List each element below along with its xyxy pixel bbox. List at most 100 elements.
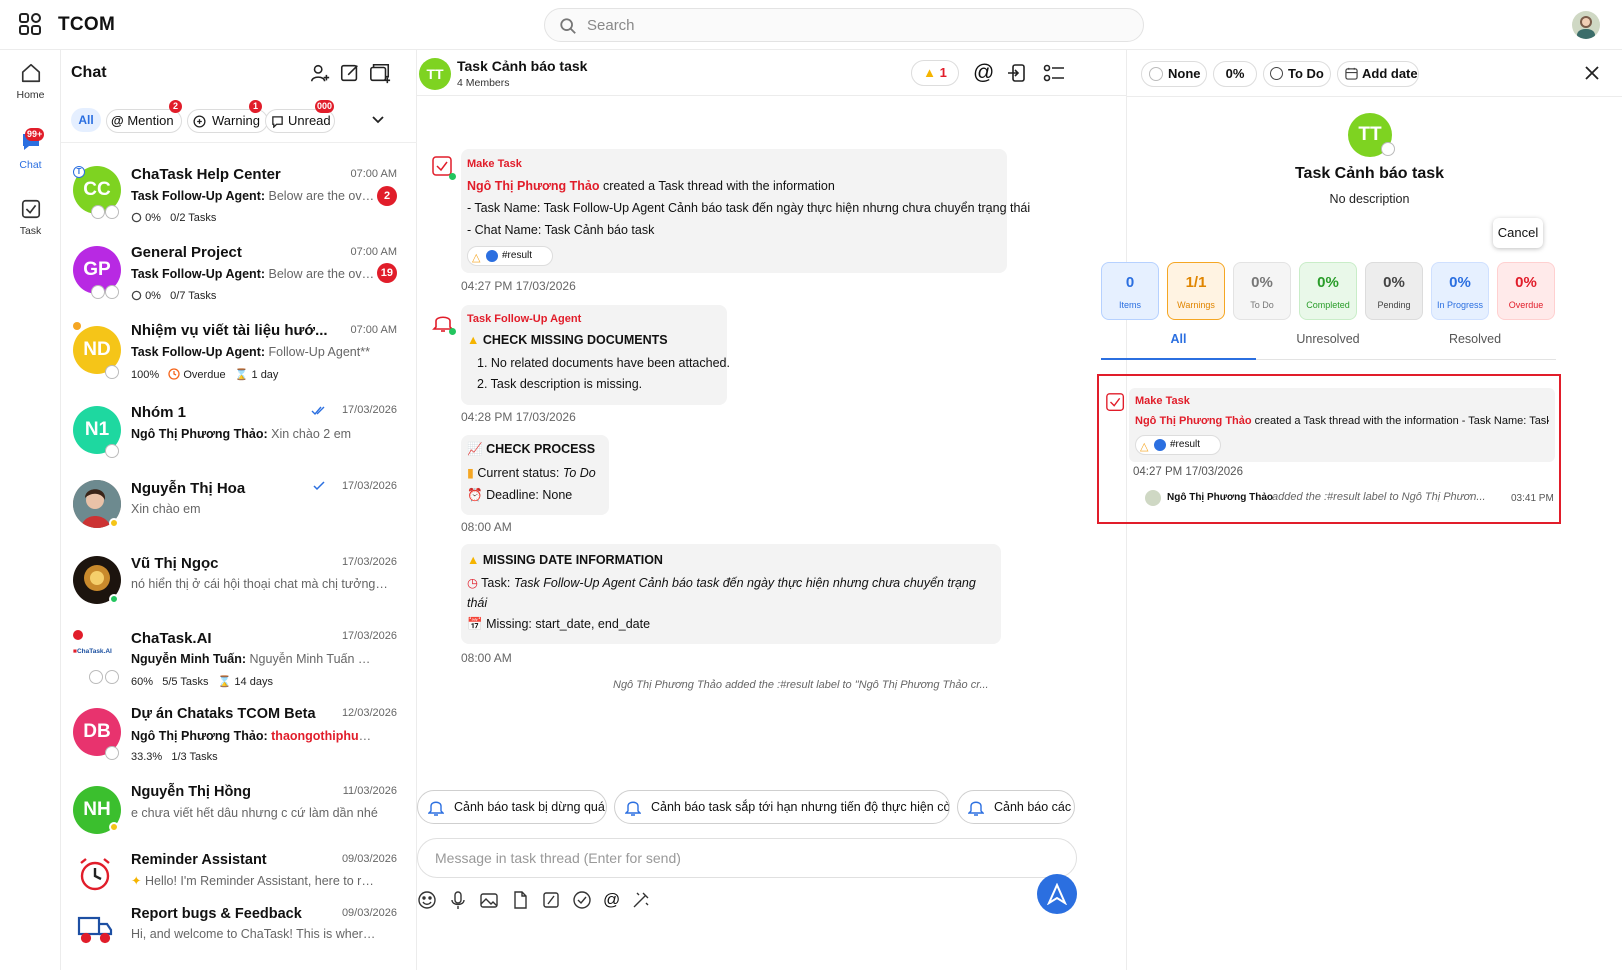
- result-label-chip[interactable]: △ #result: [1135, 435, 1221, 455]
- nav-home[interactable]: Home: [0, 62, 61, 101]
- camera-edit-icon[interactable]: [1381, 142, 1395, 156]
- stat-pending[interactable]: 0% Pending: [1365, 262, 1423, 320]
- chat-item[interactable]: N1 Nhóm 1 17/03/2026 Ngô Thị Phương Thảo…: [61, 394, 417, 468]
- stat-overdue[interactable]: 0% Overdue: [1497, 262, 1555, 320]
- search-input[interactable]: Search: [587, 17, 635, 34]
- thread-members[interactable]: 4 Members: [457, 77, 510, 89]
- preview-sender: Ngô Thị Phương Thảo:: [131, 729, 268, 743]
- suggestion-chip[interactable]: Cảnh báo task sắp tới hạn nhưng tiến độ …: [614, 790, 950, 824]
- microphone-icon[interactable]: [448, 890, 468, 910]
- chat-item[interactable]: Vũ Thị Ngọc 17/03/2026 nó hiển thị ở cái…: [61, 546, 417, 620]
- progress-selector[interactable]: 0%: [1213, 61, 1257, 87]
- tab-resolved[interactable]: Resolved: [1400, 332, 1550, 346]
- sticker-icon[interactable]: [541, 890, 561, 910]
- compose-icon[interactable]: [339, 62, 361, 84]
- warning-count-button[interactable]: ▲ 1: [911, 60, 959, 86]
- divider: [1127, 96, 1622, 97]
- tab-unresolved[interactable]: Unresolved: [1256, 332, 1400, 346]
- conversation-name: Vũ Thị Ngọc: [131, 555, 219, 572]
- progress-percent: 60%: [131, 676, 154, 688]
- mention-badge: 2: [169, 100, 182, 113]
- calendar-icon: 📅: [467, 617, 483, 631]
- emoji-icon[interactable]: [417, 890, 437, 910]
- message-author: Ngô Thị Phương Thảo: [1135, 415, 1252, 427]
- suggestion-chip[interactable]: Cảnh báo các w: [957, 790, 1075, 824]
- stat-warnings[interactable]: 1/1 Warnings: [1167, 262, 1225, 320]
- bell-icon: [968, 798, 984, 816]
- file-icon[interactable]: [510, 890, 530, 910]
- conversation-name: Nhiệm vụ viết tài liệu hướ...: [131, 322, 328, 339]
- mention-icon[interactable]: @: [603, 890, 620, 910]
- status-selector[interactable]: To Do: [1263, 61, 1331, 87]
- apps-grid-icon[interactable]: [18, 12, 42, 36]
- conversation-time: 17/03/2026: [341, 556, 397, 568]
- filter-unread-label: Unread: [288, 113, 331, 128]
- label-tag-icon: △: [1140, 441, 1149, 453]
- conversation-time: 17/03/2026: [341, 480, 397, 492]
- chat-item[interactable]: Reminder Assistant 09/03/2026 ✦ Hello! I…: [61, 848, 417, 904]
- image-icon[interactable]: [479, 890, 499, 910]
- member-mini-icon: [91, 285, 105, 299]
- new-group-icon[interactable]: [369, 62, 391, 84]
- pin-marker-icon: T: [73, 166, 85, 178]
- chat-item[interactable]: ND Nhiệm vụ viết tài liệu hướ... 07:00 A…: [61, 314, 417, 392]
- message-input[interactable]: Message in task thread (Enter for send): [417, 838, 1077, 878]
- chat-item[interactable]: Report bugs & Feedback 09/03/2026 Hi, an…: [61, 902, 417, 970]
- alarm-clock-icon: [75, 854, 115, 894]
- stat-value: 0%: [1317, 274, 1339, 291]
- send-button[interactable]: [1037, 874, 1077, 914]
- close-icon[interactable]: [1584, 65, 1600, 81]
- chat-item[interactable]: CC T ChaTask Help Center 07:00 AM Task F…: [61, 154, 417, 232]
- task-title: Task Cảnh báo task: [1294, 165, 1445, 182]
- member-mini-icon: [105, 746, 119, 760]
- task-check-icon[interactable]: [572, 890, 592, 910]
- mention-icon[interactable]: @: [973, 61, 994, 85]
- check-icon: [313, 481, 325, 491]
- conversation-preview: thaongothiphuong@...: [271, 729, 376, 743]
- message-heading: CHECK PROCESS: [486, 442, 596, 456]
- warning-triangle-icon: ▲: [467, 553, 480, 567]
- chat-item[interactable]: ■ChaTask.AI ChaTask.AI 17/03/2026 Nguyễn…: [61, 622, 417, 700]
- chatask-logo: ■ChaTask.AI: [73, 648, 112, 655]
- chat-item[interactable]: NH Nguyễn Thị Hồng 11/03/2026 e chưa viế…: [61, 780, 417, 846]
- sparkle-icon: ✦: [131, 874, 142, 888]
- filter-mention[interactable]: @ Mention: [106, 109, 182, 133]
- add-contact-icon[interactable]: [309, 62, 331, 84]
- filter-all[interactable]: All: [71, 108, 101, 132]
- stat-items[interactable]: 0 Items: [1101, 262, 1159, 320]
- chat-item[interactable]: Nguyễn Thị Hoa 17/03/2026 Xin chào em: [61, 470, 417, 544]
- chevron-down-icon[interactable]: [371, 112, 385, 126]
- result-label-chip[interactable]: △ #result: [467, 246, 553, 266]
- conversation-preview: Xin chào 2 em: [267, 427, 352, 441]
- bell-icon: [625, 798, 641, 816]
- magic-icon[interactable]: [631, 890, 651, 910]
- cancel-button[interactable]: Cancel: [1493, 218, 1543, 248]
- task-count: 0/2 Tasks: [170, 212, 217, 224]
- nav-task[interactable]: Task: [0, 198, 61, 237]
- checklist-icon[interactable]: [1043, 63, 1065, 83]
- suggestion-chip[interactable]: Cảnh báo task bị dừng quá lâu: [417, 790, 607, 824]
- stat-value: 1/1: [1185, 274, 1207, 291]
- stat-in-progress[interactable]: 0% In Progress: [1431, 262, 1489, 320]
- add-date-button[interactable]: Add date: [1337, 61, 1419, 87]
- exit-thread-icon[interactable]: [1007, 63, 1027, 83]
- activity-author: Ngô Thị Phương Thảo: [1167, 492, 1274, 503]
- highlighted-thread-card[interactable]: Make Task Ngô Thị Phương Thảo created a …: [1097, 374, 1561, 524]
- chat-item[interactable]: DB Dự án Chataks TCOM Beta 12/03/2026 Ng…: [61, 702, 417, 778]
- user-avatar[interactable]: [1572, 11, 1600, 39]
- active-tab-indicator: [1101, 358, 1256, 360]
- priority-selector[interactable]: None: [1141, 61, 1207, 87]
- stat-todo[interactable]: 0% To Do: [1233, 262, 1291, 320]
- message-sender: Make Task: [1135, 395, 1190, 407]
- search-box[interactable]: Search: [544, 8, 1144, 42]
- message-sender: Task Follow-Up Agent: [467, 313, 582, 325]
- suggestion-text: Cảnh báo task bị dừng quá lâu: [454, 800, 606, 814]
- message-placeholder: Message in task thread (Enter for send): [435, 850, 681, 866]
- tab-all[interactable]: All: [1101, 332, 1256, 346]
- conversation-preview: Hi, and welcome to ChaTask! This is wher…: [131, 927, 376, 941]
- progress-percent: 0%: [145, 290, 161, 302]
- chat-item[interactable]: GP General Project 07:00 AM Task Follow-…: [61, 234, 417, 312]
- stat-completed[interactable]: 0% Completed: [1299, 262, 1357, 320]
- send-icon: [1047, 883, 1067, 905]
- nav-chat[interactable]: 99+ Chat: [0, 128, 61, 171]
